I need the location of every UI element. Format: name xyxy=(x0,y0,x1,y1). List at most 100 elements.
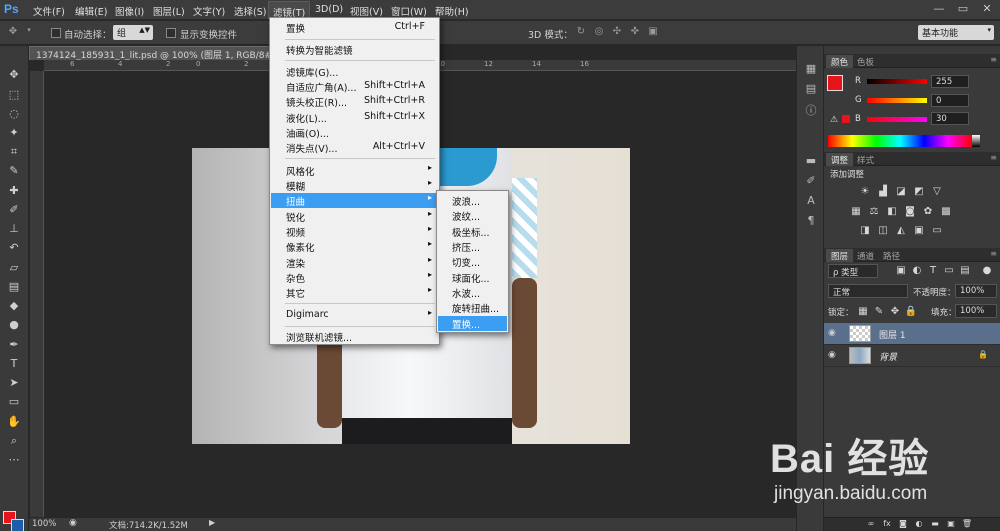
layer-filter-dropdown[interactable]: ρ 类型 xyxy=(828,264,878,278)
filter-shape-icon[interactable]: ▭ xyxy=(942,265,956,277)
path-selection-tool-icon[interactable]: ➤ xyxy=(4,374,24,391)
selective-color-icon[interactable]: ▣ xyxy=(912,225,926,237)
exposure-icon[interactable]: ◩ xyxy=(912,186,926,198)
new-layer-icon[interactable]: ▣ xyxy=(944,519,958,531)
black-white-icon[interactable]: ◧ xyxy=(885,206,899,218)
color-fg-swatch[interactable] xyxy=(827,75,843,91)
filter-menu-item[interactable]: 渲染 ▸ xyxy=(271,255,438,270)
lock-image-icon[interactable]: ✎ xyxy=(872,306,886,318)
color-spectrum-bar[interactable] xyxy=(828,135,972,147)
filter-menu-item[interactable]: 杂色 ▸ xyxy=(271,270,438,285)
gradient-tool-icon[interactable]: ▤ xyxy=(4,278,24,295)
crop-tool-icon[interactable]: ⌗ xyxy=(4,143,24,160)
filter-menu-item[interactable]: 油画(O)... xyxy=(271,125,438,140)
posterize-icon[interactable]: ◫ xyxy=(876,225,890,237)
workspace-dropdown[interactable]: 基本功能 ▾ xyxy=(918,25,994,40)
menu-select[interactable]: 选择(S) xyxy=(234,4,266,18)
photo-filter-icon[interactable]: ◙ xyxy=(903,206,917,218)
lock-all-icon[interactable]: 🔒 xyxy=(904,306,918,318)
channel-b-input[interactable]: 30 xyxy=(931,112,969,125)
properties-panel-icon[interactable]: ⓘ xyxy=(803,102,819,117)
new-adjustment-icon[interactable]: ◐ xyxy=(912,519,926,531)
move-tool-icon[interactable]: ✥ xyxy=(6,26,20,38)
menu-view[interactable]: 视图(V) xyxy=(350,4,383,18)
gradient-map-icon[interactable]: ▭ xyxy=(930,225,944,237)
scale-3d-icon[interactable]: ▣ xyxy=(646,26,660,38)
submenu-item[interactable]: 水波... xyxy=(438,285,507,300)
channel-r-input[interactable]: 255 xyxy=(931,75,969,88)
lock-transparent-icon[interactable]: ▦ xyxy=(856,306,870,318)
color-lookup-icon[interactable]: ▩ xyxy=(939,206,953,218)
chevron-down-icon[interactable]: ▾ xyxy=(22,26,36,38)
channel-r-slider[interactable] xyxy=(867,79,927,84)
background-color-swatch[interactable] xyxy=(11,519,24,531)
add-mask-icon[interactable]: ◙ xyxy=(896,519,910,531)
link-layers-icon[interactable]: ∞ xyxy=(864,519,878,531)
visibility-eye-icon[interactable]: ◉ xyxy=(828,328,840,338)
filter-menu-item[interactable]: 模糊 ▸ xyxy=(271,178,438,193)
filter-menu-item[interactable]: 滤镜库(G)... xyxy=(271,64,438,79)
vibrance-icon[interactable]: ▽ xyxy=(930,186,944,198)
marquee-tool-icon[interactable]: ⬚ xyxy=(4,86,24,103)
web-color-swatch[interactable] xyxy=(842,115,850,123)
paragraph-panel-icon[interactable]: ¶ xyxy=(803,214,819,228)
submenu-item[interactable]: 旋转扭曲... xyxy=(438,300,507,315)
move-tool-icon[interactable]: ✥ xyxy=(4,66,24,83)
submenu-item[interactable]: 切变... xyxy=(438,254,507,269)
menu-image[interactable]: 图像(I) xyxy=(115,4,144,18)
tab-adjustments[interactable]: 调整 xyxy=(826,153,854,166)
filter-menu-item[interactable]: 液化(L)... Shift+Ctrl+X xyxy=(271,110,438,125)
tab-color[interactable]: 颜色 xyxy=(826,55,854,68)
close-icon[interactable]: ✕ xyxy=(976,2,998,16)
auto-select-checkbox[interactable] xyxy=(51,28,61,38)
tab-paths[interactable]: 路径 xyxy=(878,249,905,262)
filter-menu-item[interactable]: 消失点(V)... Alt+Ctrl+V xyxy=(271,140,438,155)
menu-window[interactable]: 窗口(W) xyxy=(391,4,427,18)
filter-pixel-icon[interactable]: ▣ xyxy=(894,265,908,277)
document-tab[interactable]: 1374124_185931_1_lit.psd @ 100% (图层 1, R… xyxy=(29,46,289,60)
color-bw-ramp[interactable] xyxy=(972,135,980,147)
more-tools-icon[interactable]: ⋯ xyxy=(4,451,24,468)
pan-3d-icon[interactable]: ✣ xyxy=(610,26,624,38)
filter-menu-item[interactable]: 转换为智能滤镜 xyxy=(271,42,438,57)
healing-brush-tool-icon[interactable]: ✚ xyxy=(4,182,24,199)
play-arrow-icon[interactable]: ▶ xyxy=(209,518,215,527)
filter-adjustment-icon[interactable]: ◐ xyxy=(910,265,924,277)
color-balance-icon[interactable]: ⚖ xyxy=(867,206,881,218)
filter-menu-item[interactable]: 风格化 ▸ xyxy=(271,163,438,178)
panel-menu-icon[interactable]: ≡ xyxy=(990,55,997,64)
eraser-tool-icon[interactable]: ▱ xyxy=(4,259,24,276)
info-icon[interactable]: ◉ xyxy=(69,518,77,528)
zoom-level[interactable]: 100% xyxy=(32,519,56,529)
blur-tool-icon[interactable]: ◆ xyxy=(4,297,24,314)
threshold-icon[interactable]: ◭ xyxy=(894,225,908,237)
brightness-contrast-icon[interactable]: ☀ xyxy=(858,186,872,198)
filter-menu-item[interactable]: 锐化 ▸ xyxy=(271,209,438,224)
hue-saturation-icon[interactable]: ▦ xyxy=(849,206,863,218)
new-group-icon[interactable]: ▬ xyxy=(928,519,942,531)
brush-presets-panel-icon[interactable]: ✐ xyxy=(803,174,819,188)
delete-layer-icon[interactable]: 🗑 xyxy=(960,519,974,531)
channel-g-input[interactable]: 0 xyxy=(931,94,969,107)
menu-file[interactable]: 文件(F) xyxy=(33,4,65,18)
filter-type-icon[interactable]: T xyxy=(926,265,940,277)
type-tool-icon[interactable]: T xyxy=(4,355,24,372)
channel-g-slider[interactable] xyxy=(867,98,927,103)
fill-input[interactable]: 100% xyxy=(955,304,997,318)
filter-menu-item[interactable]: 浏览联机滤镜... xyxy=(271,329,438,344)
opacity-input[interactable]: 100% xyxy=(955,284,997,298)
filter-toggle-icon[interactable]: ● xyxy=(980,265,994,277)
lock-position-icon[interactable]: ✥ xyxy=(888,306,902,318)
dodge-tool-icon[interactable]: ● xyxy=(4,316,24,333)
zoom-tool-icon[interactable]: ⌕ xyxy=(4,432,24,449)
hand-tool-icon[interactable]: ✋ xyxy=(4,413,24,430)
levels-icon[interactable]: ▟ xyxy=(876,186,890,198)
info-panel-icon[interactable]: ▤ xyxy=(803,82,819,96)
menu-help[interactable]: 帮助(H) xyxy=(435,4,469,18)
filter-menu-item[interactable]: 自适应广角(A)... Shift+Ctrl+A xyxy=(271,79,438,94)
auto-select-dropdown[interactable]: 组 ▲▼ xyxy=(113,25,153,40)
panel-menu-icon[interactable]: ≡ xyxy=(990,153,997,162)
restore-icon[interactable]: ▭ xyxy=(952,2,974,16)
layer-row[interactable]: ◉ 图层 1 xyxy=(824,323,1000,345)
curves-icon[interactable]: ◪ xyxy=(894,186,908,198)
